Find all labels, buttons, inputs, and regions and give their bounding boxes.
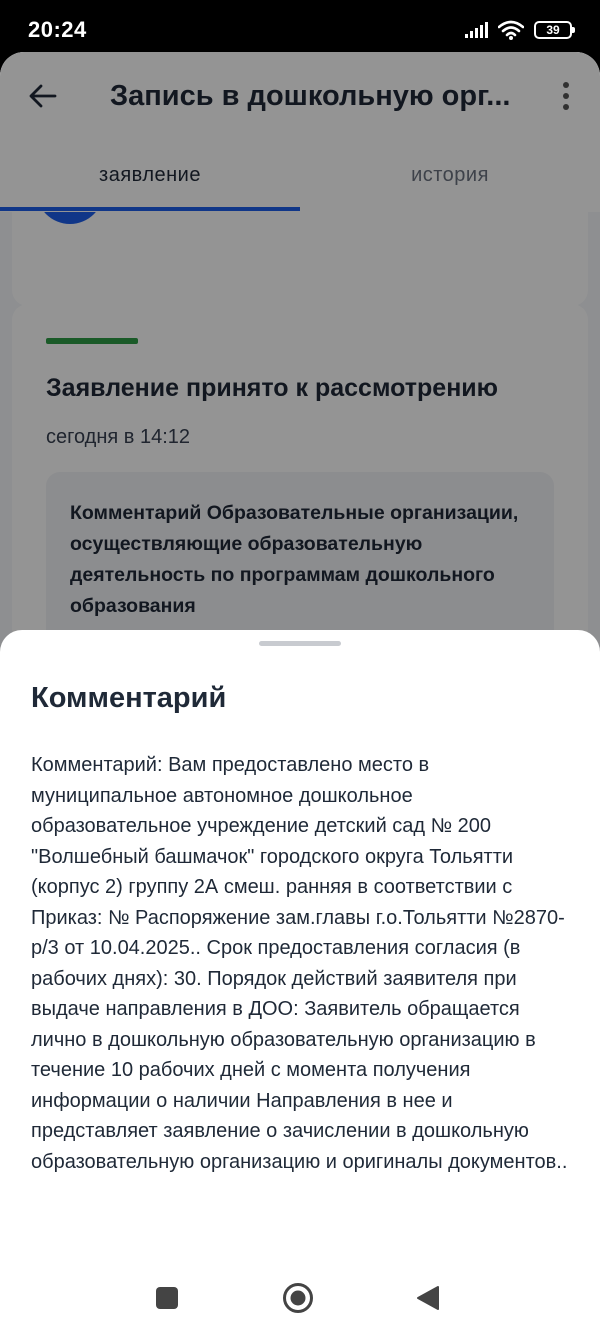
comment-text: Комментарий: Вам предоставлено место в м… <box>31 754 568 1173</box>
recents-square-icon <box>156 1287 178 1309</box>
status-icons: 39 <box>465 19 575 41</box>
status-time: 20:24 <box>28 17 87 42</box>
sheet-title: Комментарий <box>31 682 227 714</box>
back-triangle-icon <box>417 1286 439 1310</box>
status-bar: 20:24 39 <box>0 0 600 60</box>
home-button[interactable] <box>274 1274 322 1322</box>
signal-icon <box>465 22 488 38</box>
home-circle-icon <box>283 1283 313 1313</box>
drag-handle[interactable] <box>259 641 341 646</box>
wifi-icon <box>498 20 524 40</box>
recents-button[interactable] <box>143 1274 191 1322</box>
comment-bottom-sheet: Комментарий Комментарий: Вам предоставле… <box>0 630 600 1332</box>
battery-icon: 39 <box>534 21 575 39</box>
back-nav-button[interactable] <box>404 1274 452 1322</box>
battery-level: 39 <box>546 23 560 37</box>
system-nav-bar <box>0 1262 600 1332</box>
